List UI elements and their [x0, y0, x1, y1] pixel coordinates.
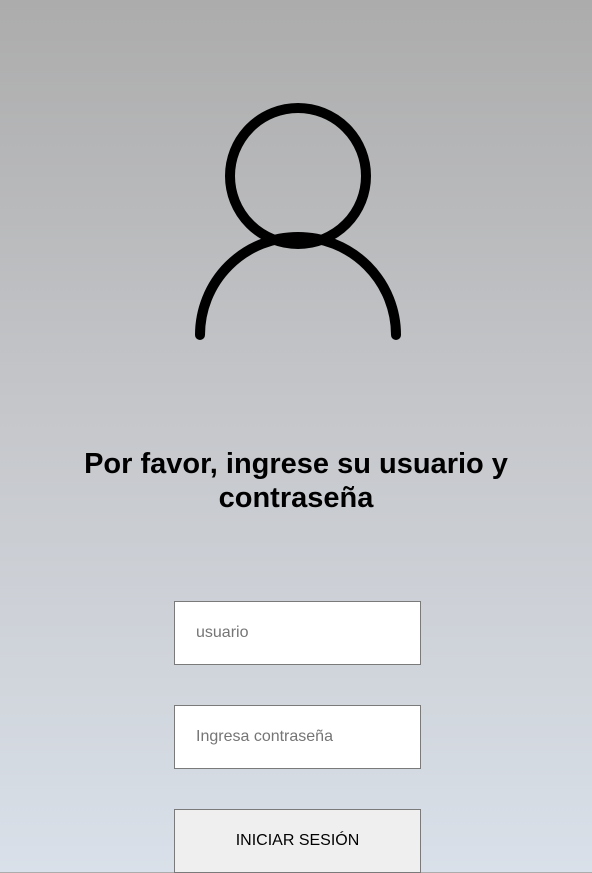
user-icon	[195, 103, 401, 340]
username-input[interactable]	[174, 601, 421, 665]
login-button[interactable]: INICIAR SESIÓN	[174, 809, 421, 873]
login-title: Por favor, ingrese su usuario y contrase…	[84, 448, 508, 514]
user-avatar	[188, 96, 408, 348]
password-input[interactable]	[174, 705, 421, 769]
